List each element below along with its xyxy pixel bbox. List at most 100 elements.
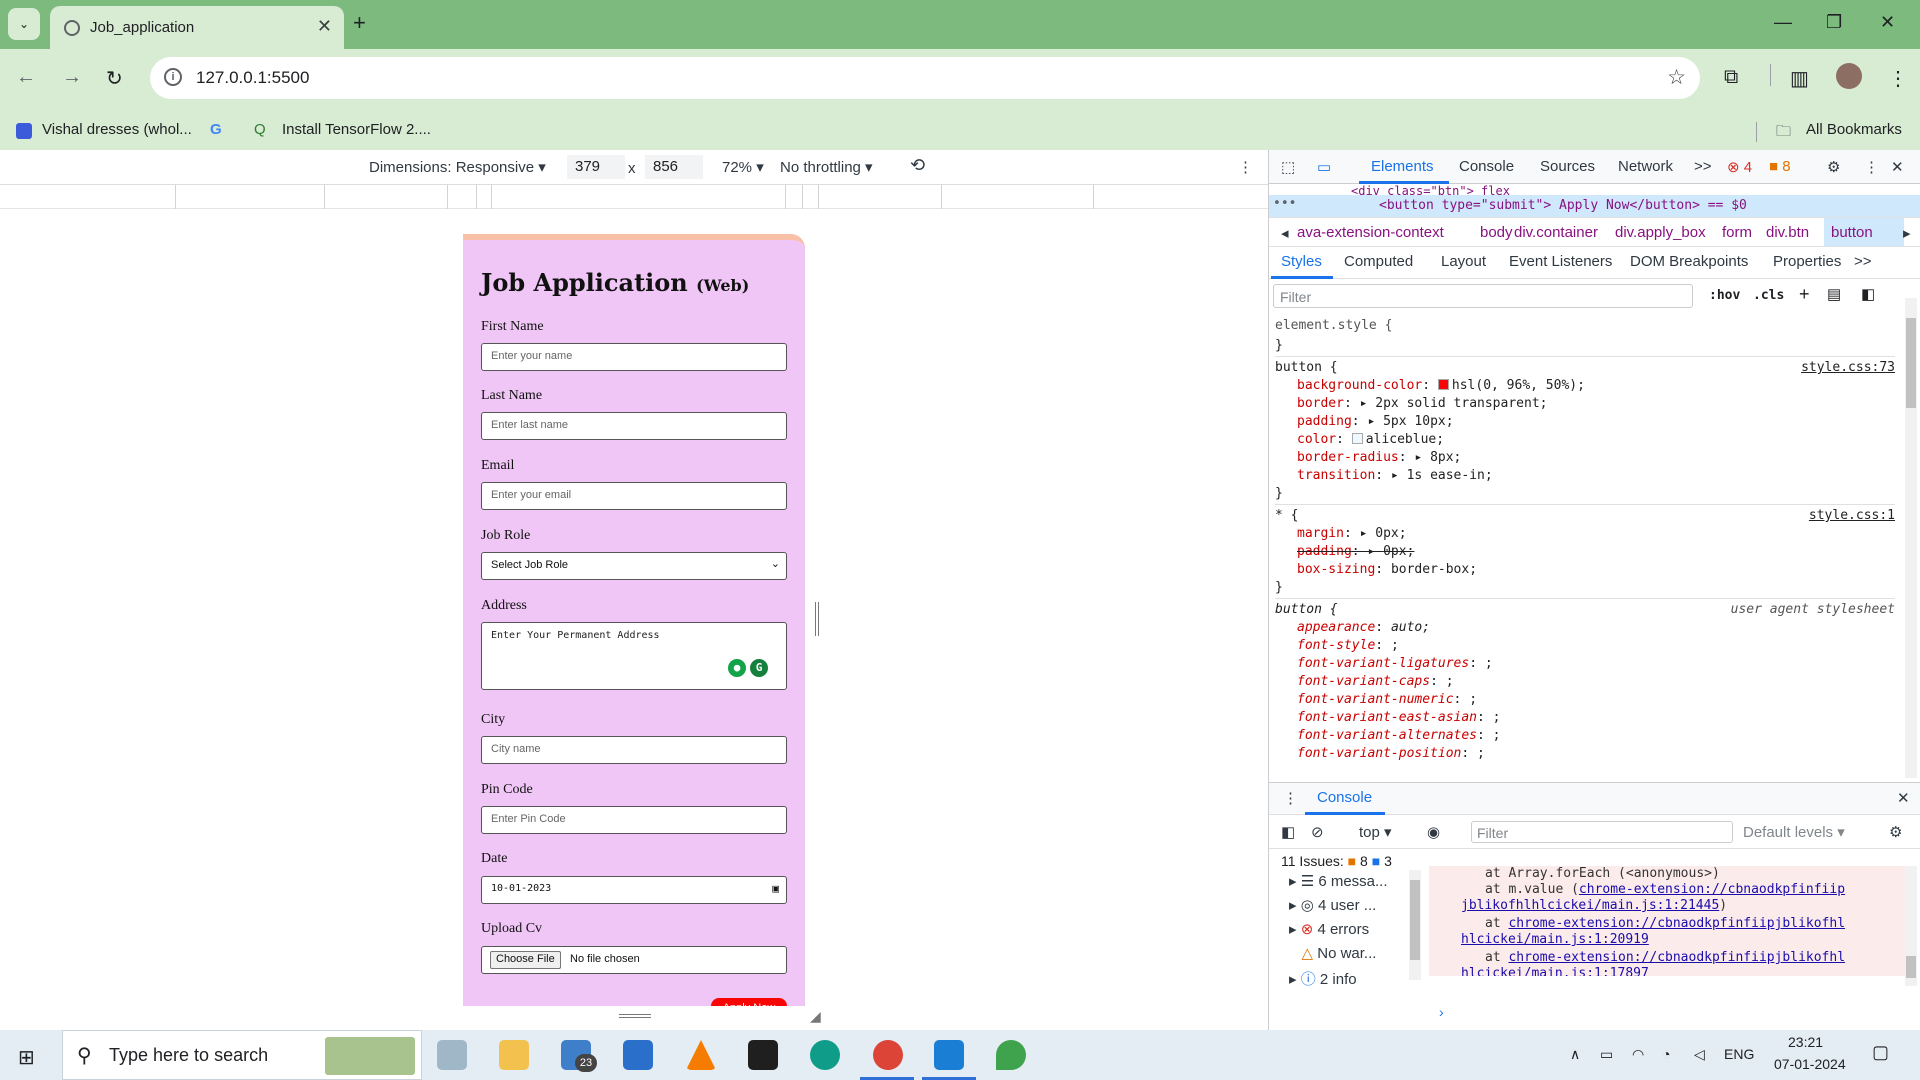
rule3-selector[interactable]: button { — [1275, 602, 1338, 617]
resize-handle-right[interactable] — [815, 602, 819, 636]
vscode-icon[interactable] — [934, 1040, 964, 1070]
drawer-menu-icon[interactable]: ⋮ — [1283, 789, 1298, 807]
tab-elements[interactable]: Elements — [1371, 158, 1434, 175]
styles-filter-input[interactable]: Filter — [1273, 284, 1693, 308]
css-declaration-overridden[interactable]: padding: ▸ 0px; — [1297, 544, 1414, 559]
sidebar-item-warnings[interactable]: △ No war... — [1289, 944, 1377, 962]
mail-icon[interactable]: 23 — [561, 1040, 597, 1072]
resize-corner-icon[interactable]: ◢ — [810, 1008, 821, 1025]
color-swatch[interactable] — [1437, 379, 1449, 390]
error-count[interactable]: ⊗ 4 — [1727, 158, 1752, 176]
device-toggle-icon[interactable]: ▭ — [1317, 158, 1331, 176]
store-icon[interactable] — [623, 1040, 653, 1070]
rule2-selector[interactable]: * { — [1275, 508, 1298, 523]
crumb-item[interactable]: ava-extension-context — [1297, 224, 1444, 241]
console-scrollbar[interactable] — [1905, 866, 1917, 986]
email-input[interactable]: Enter your email — [481, 482, 787, 510]
stack-link[interactable]: chrome-extension://cbnaodkpfinfiipjbliko… — [1508, 950, 1845, 965]
job-role-select[interactable]: Select Job Role ⌄ — [481, 552, 787, 580]
edge-icon[interactable] — [810, 1040, 840, 1070]
css-declaration[interactable]: transition: ▸ 1s ease-in; — [1297, 468, 1493, 483]
restore-icon[interactable]: ❐ — [1826, 12, 1842, 33]
site-info-icon[interactable]: i — [164, 68, 182, 86]
avatar[interactable] — [1836, 63, 1862, 89]
scrollbar-thumb[interactable] — [1906, 956, 1916, 978]
grammarly-icon[interactable]: G — [750, 659, 768, 677]
close-drawer-icon[interactable]: ✕ — [1897, 789, 1910, 807]
bulb-icon[interactable]: ● — [728, 659, 746, 677]
mongodb-icon[interactable] — [996, 1040, 1026, 1070]
height-input[interactable]: 856 — [645, 155, 703, 179]
tab-console[interactable]: Console — [1459, 158, 1514, 175]
sidebar-item-messages[interactable]: ▸ ☰ 6 messa... — [1289, 872, 1388, 890]
sidebar-toggle-icon[interactable]: ◧ — [1861, 285, 1875, 303]
taskbar-search[interactable]: ⚲ Type here to search — [62, 1030, 422, 1080]
chrome-icon[interactable] — [873, 1040, 903, 1070]
width-input[interactable]: 379 — [567, 155, 625, 179]
clock-time[interactable]: 23:21 — [1788, 1034, 1823, 1050]
network-icon[interactable]: ◔ — [1662, 1046, 1670, 1062]
browser-tab[interactable]: Job_application ✕ — [50, 6, 344, 49]
throttle-dropdown[interactable]: No throttling ▾ — [780, 158, 873, 176]
css-declaration[interactable]: background-color: hsl(0, 96%, 50%); — [1297, 378, 1585, 393]
rule1-selector[interactable]: button { — [1275, 360, 1338, 375]
language-indicator[interactable]: ENG — [1724, 1046, 1754, 1062]
city-input[interactable]: City name — [481, 736, 787, 764]
sidebar-scrollbar[interactable] — [1409, 870, 1421, 980]
bookmark-vishal[interactable]: Vishal dresses (whol... — [42, 121, 192, 138]
bookmark-tensorflow[interactable]: Install TensorFlow 2.... — [282, 121, 431, 138]
calendar-icon[interactable]: ▣ — [772, 882, 779, 895]
terminal-icon[interactable] — [748, 1040, 778, 1070]
device-menu-icon[interactable]: ⋮ — [1238, 158, 1253, 176]
tab-search-button[interactable]: ⌄ — [8, 8, 40, 40]
new-tab-button[interactable]: + — [353, 10, 366, 36]
bookmark-star-icon[interactable]: ☆ — [1667, 65, 1686, 90]
css-declaration[interactable]: border: ▸ 2px solid transparent; — [1297, 396, 1547, 411]
console-filter-input[interactable]: Filter — [1471, 821, 1733, 843]
app-icon[interactable] — [437, 1040, 467, 1070]
back-icon[interactable]: ← — [16, 66, 36, 89]
console-settings-icon[interactable]: ⚙ — [1889, 823, 1902, 841]
console-sidebar-icon[interactable]: ◧ — [1281, 823, 1295, 841]
crumb-item[interactable]: form — [1722, 224, 1752, 241]
scrollbar-thumb[interactable] — [1906, 318, 1916, 408]
drawer-tab-console[interactable]: Console — [1317, 789, 1372, 806]
devtools-menu-icon[interactable]: ⋮ — [1864, 158, 1879, 176]
zoom-dropdown[interactable]: 72% ▾ — [722, 158, 764, 176]
rotate-icon[interactable]: ⟲ — [910, 155, 925, 176]
pin-code-input[interactable]: Enter Pin Code — [481, 806, 787, 834]
wifi-icon[interactable]: ◠ — [1632, 1046, 1644, 1063]
tab-properties[interactable]: Properties — [1773, 253, 1841, 270]
cls-toggle[interactable]: .cls — [1753, 288, 1784, 303]
sidebar-item-info[interactable]: ▸ ⓘ 2 info — [1289, 968, 1357, 989]
reload-icon[interactable]: ↻ — [106, 66, 123, 91]
crumb-item-active[interactable]: button — [1831, 224, 1873, 241]
tab-dom-breakpoints[interactable]: DOM Breakpoints — [1630, 253, 1748, 270]
stack-link[interactable]: hlcickei/main.js:1:20919 — [1461, 932, 1649, 947]
close-devtools-icon[interactable]: ✕ — [1891, 158, 1904, 176]
dom-selected-row[interactable]: ••• <button type="submit"> Apply Now</bu… — [1269, 195, 1920, 217]
file-explorer-icon[interactable] — [499, 1040, 529, 1070]
warning-count[interactable]: ■ 8 — [1769, 158, 1791, 175]
resize-handle-bottom[interactable] — [619, 1014, 651, 1018]
crumb-item[interactable]: div.apply_box — [1615, 224, 1706, 241]
more-style-tabs[interactable]: >> — [1854, 253, 1872, 270]
css-declaration[interactable]: box-sizing: border-box; — [1297, 562, 1477, 577]
address-textarea[interactable]: Enter Your Permanent Address ● G — [481, 622, 787, 690]
close-tab-icon[interactable]: ✕ — [317, 16, 332, 37]
tab-styles[interactable]: Styles — [1281, 253, 1322, 270]
new-rule-icon[interactable]: + — [1799, 284, 1810, 305]
forward-icon[interactable]: → — [62, 66, 82, 89]
dom-ellipsis[interactable]: ••• — [1273, 196, 1296, 211]
hov-toggle[interactable]: :hov — [1709, 288, 1740, 303]
crumb-item[interactable]: div.btn — [1766, 224, 1809, 241]
stack-link[interactable]: jblikofhlhlcickei/main.js:1:21445 — [1461, 898, 1719, 913]
date-input[interactable]: 10-01-2023 ▣ — [481, 876, 787, 904]
color-swatch[interactable] — [1351, 433, 1363, 444]
all-bookmarks[interactable]: All Bookmarks — [1806, 121, 1902, 138]
css-declaration[interactable]: border-radius: ▸ 8px; — [1297, 450, 1461, 465]
live-expression-eye-icon[interactable]: ◉ — [1427, 823, 1440, 841]
tab-network[interactable]: Network — [1618, 158, 1673, 175]
dimensions-dropdown[interactable]: Dimensions: Responsive ▾ — [369, 158, 546, 176]
choose-file-button[interactable]: Choose File — [490, 951, 561, 969]
